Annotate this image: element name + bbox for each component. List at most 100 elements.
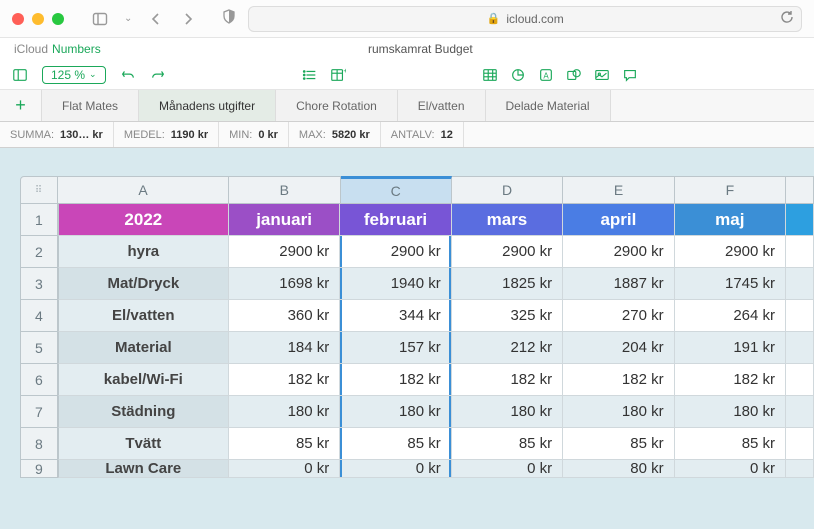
spreadsheet-canvas[interactable]: ⠿ ABCDEF 12022januarifebruarimarsaprilma… xyxy=(0,148,814,529)
cell[interactable]: 180 kr xyxy=(452,396,563,428)
cell[interactable]: 182 kr xyxy=(675,364,786,396)
add-sheet-button[interactable]: + xyxy=(0,90,42,121)
shape-icon[interactable] xyxy=(566,67,582,83)
cell[interactable]: 2900 kr xyxy=(563,236,674,268)
cell[interactable]: Material xyxy=(58,332,229,364)
cell[interactable] xyxy=(786,460,814,478)
chevron-down-icon[interactable]: ⌄ xyxy=(120,13,136,24)
cell[interactable]: 180 kr xyxy=(675,396,786,428)
cell[interactable]: 0 kr xyxy=(675,460,786,478)
cell[interactable] xyxy=(786,396,814,428)
cell[interactable]: 264 kr xyxy=(675,300,786,332)
sheet-tab[interactable]: El/vatten xyxy=(398,90,486,121)
cell[interactable]: 212 kr xyxy=(452,332,563,364)
cell[interactable]: 180 kr xyxy=(563,396,674,428)
sidebar-toggle-icon[interactable] xyxy=(88,11,112,27)
cell[interactable]: 85 kr xyxy=(563,428,674,460)
column-header[interactable]: A xyxy=(58,176,229,204)
cell[interactable]: 85 kr xyxy=(675,428,786,460)
cell[interactable]: 180 kr xyxy=(340,396,451,428)
cell[interactable]: 85 kr xyxy=(229,428,340,460)
cell[interactable]: 85 kr xyxy=(340,428,451,460)
redo-button[interactable] xyxy=(150,67,166,83)
sheet-tab[interactable]: Delade Material xyxy=(486,90,611,121)
cell[interactable]: 1745 kr xyxy=(675,268,786,300)
cell[interactable]: Lawn Care xyxy=(58,460,229,478)
undo-button[interactable] xyxy=(120,67,136,83)
cell[interactable]: 182 kr xyxy=(563,364,674,396)
row-header[interactable]: 4 xyxy=(20,300,58,332)
cell[interactable]: 80 kr xyxy=(563,460,674,478)
cell[interactable]: 344 kr xyxy=(340,300,451,332)
insert-table-icon[interactable]: + xyxy=(330,67,346,83)
cell[interactable]: 2900 kr xyxy=(675,236,786,268)
row-header[interactable]: 9 xyxy=(20,460,58,478)
cell[interactable]: 191 kr xyxy=(675,332,786,364)
cell[interactable]: 325 kr xyxy=(452,300,563,332)
sheet-tab[interactable]: Flat Mates xyxy=(42,90,139,121)
cell[interactable]: 184 kr xyxy=(229,332,340,364)
cell[interactable]: hyra xyxy=(58,236,229,268)
close-window-button[interactable] xyxy=(12,13,24,25)
cell[interactable]: 1698 kr xyxy=(229,268,340,300)
table-corner-handle[interactable]: ⠿ xyxy=(20,176,58,204)
nav-back-button[interactable] xyxy=(144,11,168,27)
column-header[interactable]: F xyxy=(675,176,786,204)
cell[interactable]: april xyxy=(563,204,674,236)
table-icon[interactable] xyxy=(482,67,498,83)
column-header[interactable]: D xyxy=(452,176,563,204)
media-icon[interactable] xyxy=(594,67,610,83)
sheet-tab[interactable]: Månadens utgifter xyxy=(139,90,276,121)
cell[interactable]: 0 kr xyxy=(340,460,451,478)
cell[interactable]: 182 kr xyxy=(340,364,451,396)
column-header[interactable]: C xyxy=(341,176,452,204)
panel-toggle-icon[interactable] xyxy=(12,67,28,83)
column-header[interactable] xyxy=(786,176,814,204)
cell[interactable] xyxy=(786,428,814,460)
cell[interactable]: 2022 xyxy=(58,204,229,236)
cell[interactable]: 204 kr xyxy=(563,332,674,364)
cell[interactable]: Städning xyxy=(58,396,229,428)
cell[interactable]: 180 kr xyxy=(229,396,340,428)
cell[interactable] xyxy=(786,300,814,332)
chart-icon[interactable] xyxy=(510,67,526,83)
row-header[interactable]: 3 xyxy=(20,268,58,300)
cell[interactable]: februari xyxy=(340,204,451,236)
cell[interactable] xyxy=(786,204,814,236)
cell[interactable]: 1825 kr xyxy=(452,268,563,300)
comment-icon[interactable] xyxy=(622,67,638,83)
cell[interactable]: 2900 kr xyxy=(229,236,340,268)
reload-icon[interactable] xyxy=(779,9,795,28)
cell[interactable]: 85 kr xyxy=(452,428,563,460)
column-header[interactable]: E xyxy=(563,176,674,204)
nav-forward-button[interactable] xyxy=(176,11,200,27)
list-icon[interactable] xyxy=(302,67,318,83)
cell[interactable] xyxy=(786,364,814,396)
cell[interactable]: 270 kr xyxy=(563,300,674,332)
cell[interactable]: 182 kr xyxy=(229,364,340,396)
cell[interactable]: mars xyxy=(452,204,563,236)
zoom-control[interactable]: 125 % ⌄ xyxy=(42,66,106,84)
cell[interactable]: 2900 kr xyxy=(452,236,563,268)
row-header[interactable]: 8 xyxy=(20,428,58,460)
cell[interactable]: 0 kr xyxy=(452,460,563,478)
row-header[interactable]: 6 xyxy=(20,364,58,396)
sheet-tab[interactable]: Chore Rotation xyxy=(276,90,398,121)
cell[interactable]: 0 kr xyxy=(229,460,340,478)
cell[interactable]: Mat/Dryck xyxy=(58,268,229,300)
cell[interactable]: januari xyxy=(229,204,340,236)
row-header[interactable]: 5 xyxy=(20,332,58,364)
row-header[interactable]: 2 xyxy=(20,236,58,268)
cell[interactable]: maj xyxy=(675,204,786,236)
cell[interactable]: 360 kr xyxy=(229,300,340,332)
cell[interactable] xyxy=(786,268,814,300)
text-icon[interactable]: A xyxy=(538,67,554,83)
cell[interactable]: El/vatten xyxy=(58,300,229,332)
cell[interactable] xyxy=(786,236,814,268)
address-bar[interactable]: 🔒 icloud.com xyxy=(248,6,802,32)
row-header[interactable]: 7 xyxy=(20,396,58,428)
column-header[interactable]: B xyxy=(229,176,340,204)
cell[interactable]: Tvätt xyxy=(58,428,229,460)
cell[interactable]: 182 kr xyxy=(452,364,563,396)
minimize-window-button[interactable] xyxy=(32,13,44,25)
